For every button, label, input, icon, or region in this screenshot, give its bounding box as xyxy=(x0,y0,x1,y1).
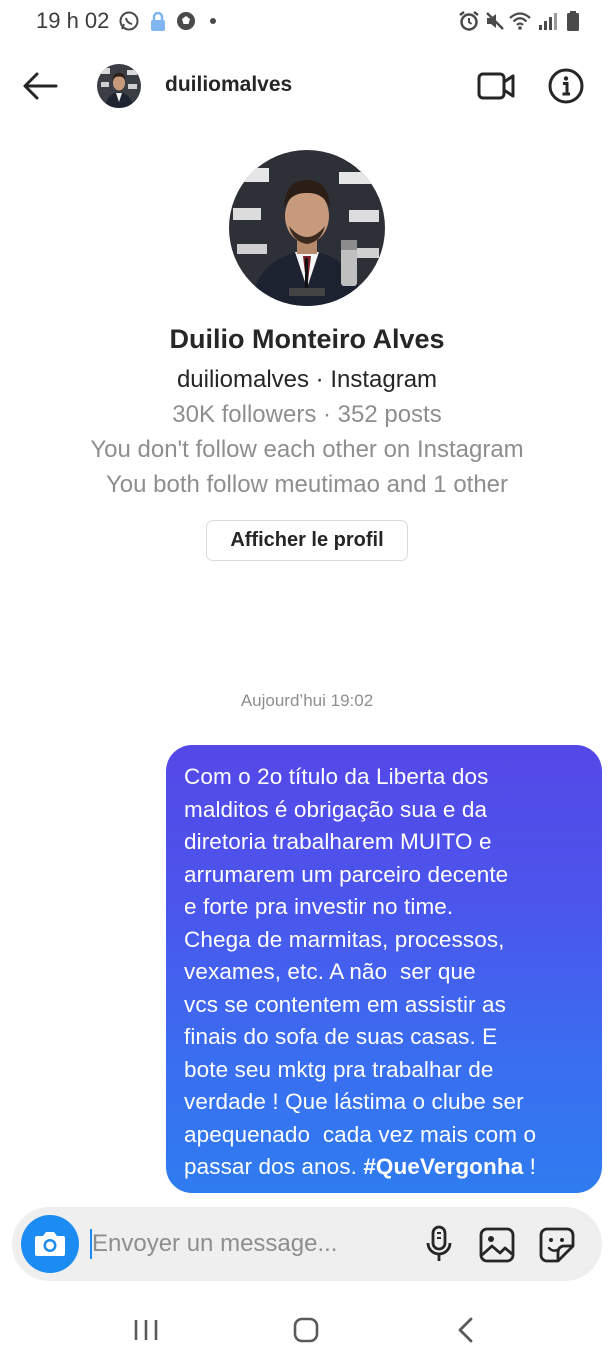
back-icon[interactable] xyxy=(446,1314,486,1346)
status-time: 19 h 02 xyxy=(36,8,110,33)
system-nav-bar xyxy=(0,1296,614,1364)
header-username[interactable]: duiliomalves xyxy=(165,73,292,97)
message-line: bote seu mktg pra trabalhar de xyxy=(184,1056,494,1082)
info-icon[interactable] xyxy=(546,66,586,106)
message-line: malditos é obrigação sua e da xyxy=(184,796,488,822)
avatar[interactable] xyxy=(97,64,141,108)
message-line: Chega de marmitas, processos, xyxy=(184,926,505,952)
signal-icon xyxy=(539,13,557,30)
home-icon[interactable] xyxy=(286,1314,326,1346)
profile-name: Duilio Monteiro Alves xyxy=(169,324,445,354)
message-last-line: passar dos anos. #QueVergonha ! xyxy=(184,1151,588,1184)
lock-icon xyxy=(151,11,165,31)
profile-stats: 30K followers · 352 posts xyxy=(172,401,442,428)
whatsapp-icon xyxy=(119,11,139,31)
message-line: vexames, etc. A não ser que xyxy=(184,959,476,984)
recent-apps-icon[interactable] xyxy=(126,1314,166,1346)
status-bar: 19 h 02 xyxy=(0,0,614,44)
avatar-photo xyxy=(97,64,141,108)
message-line: arrumarem um parceiro decente xyxy=(184,861,509,887)
chat-header: duiliomalves xyxy=(0,56,614,118)
mutual-followers: You both follow meutimao and 1 other xyxy=(105,471,509,498)
camera-icon xyxy=(35,1232,65,1256)
battery-icon xyxy=(567,11,579,31)
message-composer xyxy=(12,1207,602,1281)
follow-status: You don't follow each other on Instagram xyxy=(90,436,524,463)
profile-photo xyxy=(229,150,385,306)
gallery-icon[interactable] xyxy=(478,1226,516,1264)
message-text: ! xyxy=(523,1154,537,1179)
camera-button[interactable] xyxy=(21,1215,79,1273)
message-line: e forte pra investir no time. xyxy=(184,894,454,919)
message-text: passar dos anos. xyxy=(184,1154,364,1179)
message-input[interactable] xyxy=(92,1225,392,1263)
message-timestamp: Aujourd’hui 19:02 xyxy=(240,691,374,710)
message-line: finais do sofa de suas casas. E xyxy=(184,1024,498,1049)
profile-picture[interactable] xyxy=(229,150,385,306)
back-arrow-icon[interactable] xyxy=(20,68,62,104)
profile-handle: duiliomalves · Instagram xyxy=(176,366,438,393)
mute-icon xyxy=(486,12,504,30)
soccer-ball-icon xyxy=(177,12,195,30)
message-line: diretoria trabalharem MUITO e xyxy=(184,829,492,854)
view-profile-button[interactable]: Afficher le profil xyxy=(206,520,408,561)
dot-icon xyxy=(210,18,216,24)
message-line: verdade ! Que lástima o clube ser xyxy=(184,1089,524,1114)
wifi-icon xyxy=(509,12,531,30)
message-bubble[interactable]: Com o 2o título da Liberta dos malditos … xyxy=(166,745,602,1193)
message-line: apequenado cada vez mais com o xyxy=(184,1121,537,1147)
video-call-icon[interactable] xyxy=(475,66,517,106)
hashtag-link[interactable]: #QueVergonha xyxy=(363,1154,523,1179)
message-line: Com o 2o título da Liberta dos xyxy=(184,764,489,789)
microphone-icon[interactable] xyxy=(422,1224,456,1264)
message-line: vcs se contentem em assistir as xyxy=(184,991,506,1017)
sticker-icon[interactable] xyxy=(538,1226,576,1264)
alarm-icon xyxy=(459,11,479,31)
